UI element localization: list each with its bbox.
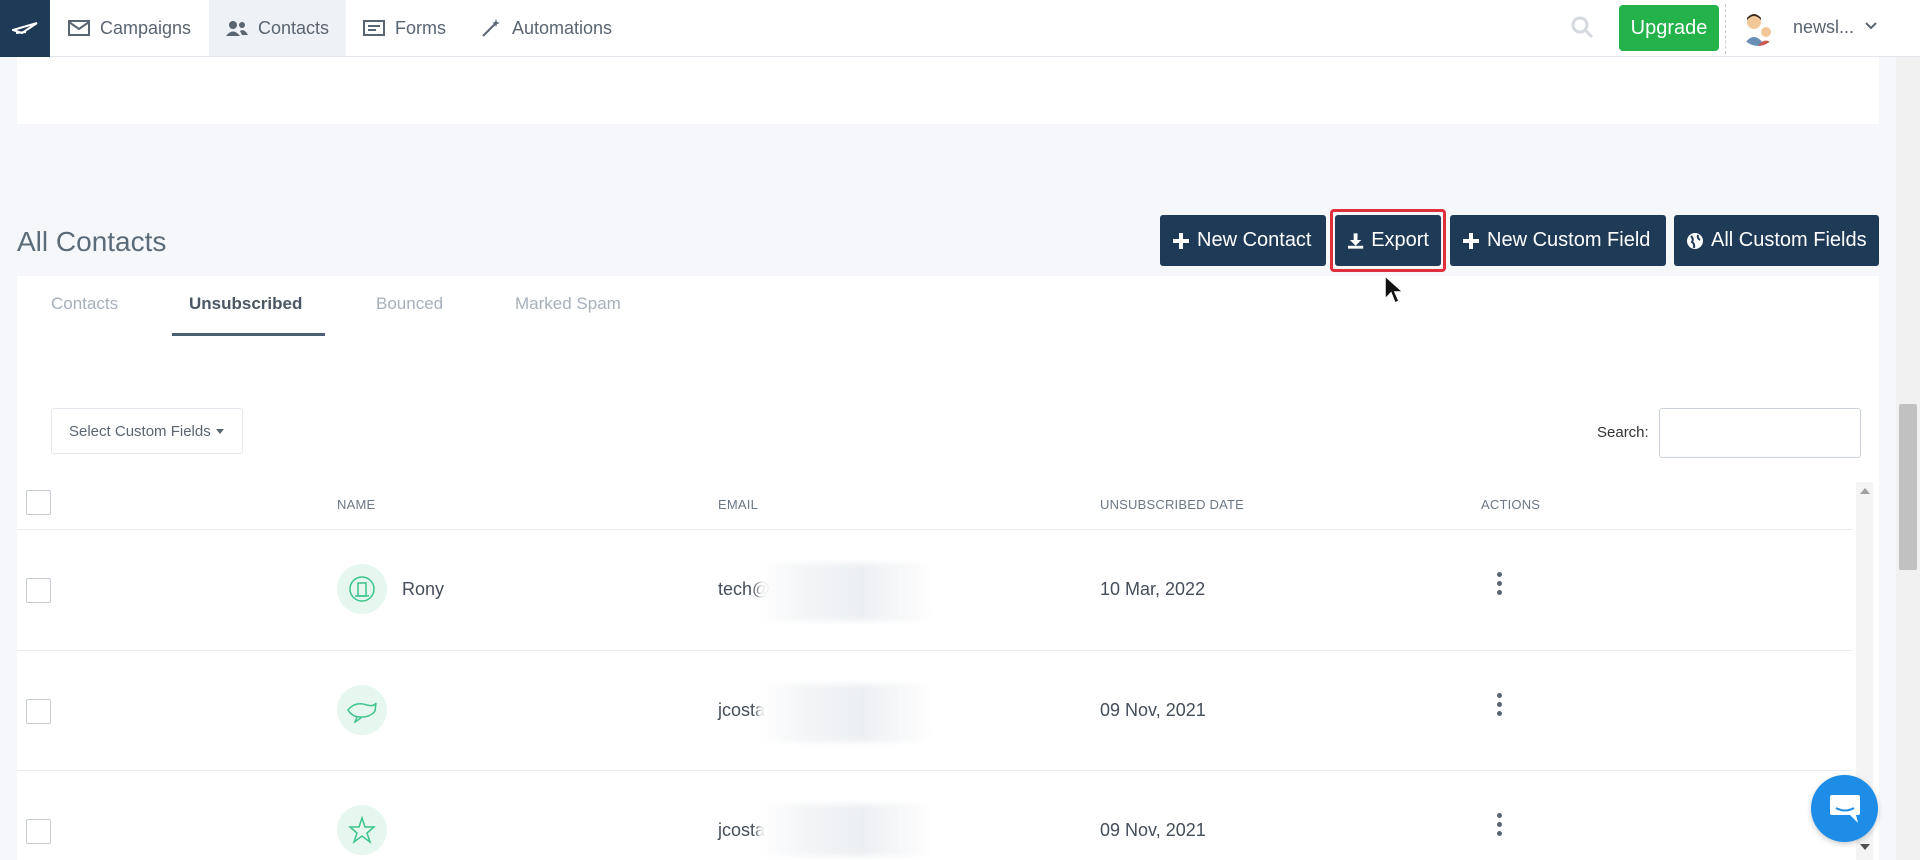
tab-bounced[interactable]: Bounced: [376, 294, 443, 314]
nav-automations[interactable]: Automations: [463, 0, 629, 56]
chat-widget-button[interactable]: [1811, 775, 1878, 842]
account-name[interactable]: newsl...: [1793, 17, 1854, 38]
redacted-email: [758, 804, 933, 856]
mouse-cursor-icon: [1384, 275, 1404, 305]
contact-avatar: [337, 805, 387, 855]
paper-plane-icon: [12, 21, 38, 34]
magic-wand-icon: [482, 19, 500, 37]
select-all-checkbox[interactable]: [26, 490, 51, 515]
redacted-email: [758, 684, 933, 742]
column-header-actions: ACTIONS: [1481, 497, 1541, 512]
plus-icon: [1173, 232, 1189, 249]
row-divider: [17, 770, 1852, 771]
nav-contacts[interactable]: Contacts: [209, 0, 347, 56]
all-custom-fields-button[interactable]: All Custom Fields: [1674, 215, 1879, 266]
redacted-email: [758, 563, 933, 621]
row-checkbox[interactable]: [26, 699, 51, 724]
unsubscribed-date: 09 Nov, 2021: [1100, 820, 1206, 840]
column-header-email[interactable]: EMAIL: [718, 497, 758, 512]
tab-marked-spam[interactable]: Marked Spam: [515, 294, 621, 314]
scroll-down-arrow-icon: [1860, 844, 1870, 850]
row-checkbox[interactable]: [26, 578, 51, 603]
nav-campaigns-label: Campaigns: [100, 17, 192, 38]
avatar[interactable]: [1740, 10, 1776, 46]
app-logo[interactable]: [0, 0, 50, 57]
export-label: Export: [1371, 229, 1429, 251]
page-title: All Contacts: [17, 226, 167, 257]
column-header-unsubscribed-date[interactable]: UNSUBSCRIBED DATE: [1100, 497, 1244, 512]
caret-down-icon: [215, 428, 224, 434]
new-contact-button[interactable]: New Contact: [1160, 215, 1326, 266]
row-divider: [17, 650, 1852, 651]
nav-divider: [1725, 4, 1726, 54]
users-icon: [226, 21, 248, 36]
header-divider: [17, 529, 1852, 530]
tab-unsubscribed[interactable]: Unsubscribed: [189, 294, 302, 314]
top-navbar: Campaigns Contacts Forms Automations Upg…: [0, 0, 1920, 57]
new-contact-label: New Contact: [1197, 229, 1312, 251]
whale-icon: [347, 702, 377, 723]
chat-bubble-icon: [1829, 794, 1860, 823]
starfish-icon: [347, 815, 377, 845]
row-actions-menu-icon[interactable]: [1494, 693, 1504, 716]
row-actions-menu-icon[interactable]: [1494, 572, 1504, 595]
contact-name[interactable]: Rony: [402, 579, 444, 600]
active-tab-indicator: [172, 333, 325, 336]
scroll-up-arrow-icon: [1860, 488, 1870, 494]
contact-avatar: [337, 564, 387, 614]
tab-contacts[interactable]: Contacts: [51, 294, 118, 314]
all-custom-fields-label: All Custom Fields: [1711, 229, 1867, 251]
column-header-name[interactable]: NAME: [337, 497, 375, 512]
plus-icon: [1463, 232, 1479, 249]
globe-icon: [1687, 232, 1703, 249]
envelope-icon: [68, 20, 90, 36]
search-label: Search:: [1597, 424, 1649, 441]
chevron-down-icon[interactable]: [1864, 21, 1878, 31]
select-custom-fields-label: Select Custom Fields: [69, 422, 211, 440]
nav-forms-label: Forms: [395, 17, 446, 38]
form-icon: [363, 20, 385, 36]
row-checkbox[interactable]: [26, 819, 51, 844]
page-scrollbar-thumb[interactable]: [1899, 404, 1917, 570]
nav-contacts-label: Contacts: [258, 17, 330, 38]
new-custom-field-button[interactable]: New Custom Field: [1450, 215, 1666, 266]
nav-forms[interactable]: Forms: [346, 0, 463, 56]
select-custom-fields-dropdown[interactable]: Select Custom Fields: [51, 408, 243, 454]
unsubscribed-date: 09 Nov, 2021: [1100, 700, 1206, 720]
export-button[interactable]: Export: [1335, 215, 1441, 266]
new-custom-field-label: New Custom Field: [1487, 229, 1651, 251]
unsubscribed-date: 10 Mar, 2022: [1100, 579, 1206, 599]
search-input[interactable]: [1659, 408, 1861, 458]
download-icon: [1347, 232, 1364, 249]
upgrade-button[interactable]: Upgrade: [1619, 5, 1719, 51]
previous-section-card: [17, 57, 1879, 124]
contacts-card: [17, 276, 1879, 860]
search-icon[interactable]: [1570, 15, 1594, 44]
nav-automations-label: Automations: [512, 17, 613, 38]
contact-avatar: [337, 685, 387, 735]
nav-campaigns[interactable]: Campaigns: [51, 0, 208, 56]
lighthouse-icon: [349, 576, 375, 602]
row-actions-menu-icon[interactable]: [1494, 813, 1504, 836]
